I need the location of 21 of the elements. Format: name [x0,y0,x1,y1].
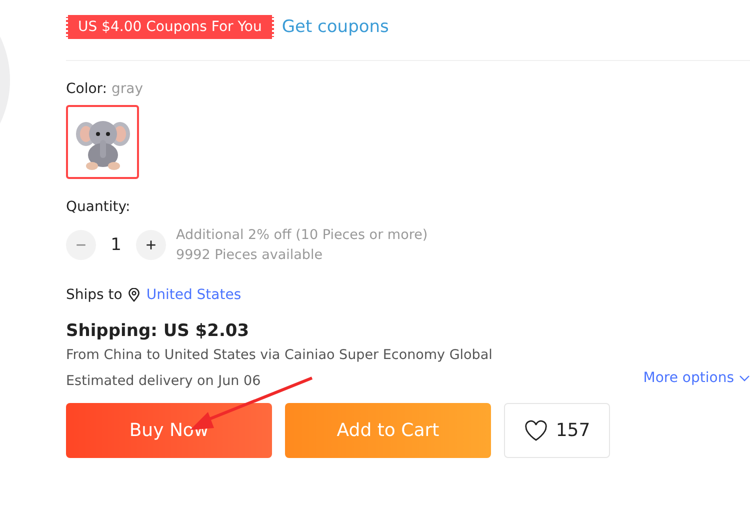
ships-to-label: Ships to [66,287,122,303]
stock-text: 9992 Pieces available [176,246,324,265]
country-link[interactable]: United States [146,287,242,303]
color-value: gray [111,81,143,97]
chevron-down-icon [739,374,750,382]
color-label: Color: [66,81,108,97]
discount-text: Additional 2% off (10 Pieces or more) [176,226,428,245]
delivery-estimate: Estimated delivery on Jun 06 [66,373,261,389]
coupon-badge: US $4.00 Coupons For You [66,15,274,39]
quantity-value: 1 [110,235,122,255]
quantity-label: Quantity: [66,199,132,215]
shipping-route-text: From China to United States via Cainiao Super Economy Global [66,347,494,363]
get-coupons-link[interactable]: Get coupons [282,17,389,37]
wishlist-button[interactable]: 157 [504,403,610,458]
heart-icon [524,420,548,442]
shipping-price: Shipping: US $2.03 [66,321,250,341]
add-to-cart-button[interactable]: Add to Cart [285,403,491,458]
color-swatch[interactable] [66,105,139,179]
more-options-link[interactable]: More options [643,370,750,386]
location-pin-icon [128,288,140,302]
increase-button[interactable]: + [136,230,166,260]
